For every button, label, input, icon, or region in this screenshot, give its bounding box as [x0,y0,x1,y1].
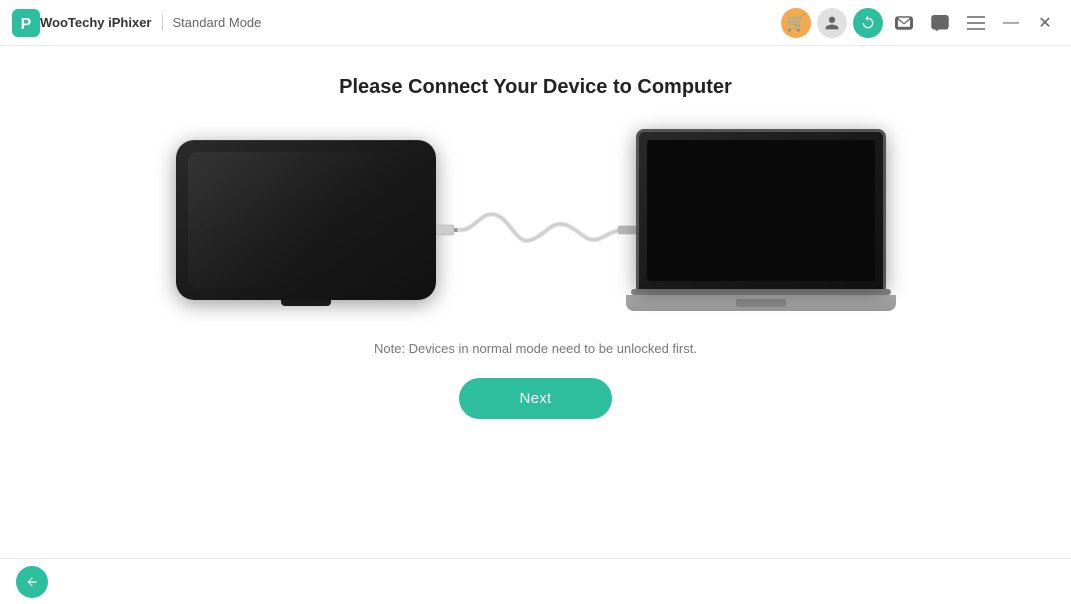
user-icon-button[interactable] [817,8,847,38]
titlebar: P WooTechy iPhixer Standard Mode 🛒 — ✕ [0,0,1071,46]
close-button[interactable]: ✕ [1031,9,1059,37]
titlebar-icons: 🛒 — ✕ [781,8,1059,38]
device-connection-illustration [176,129,896,311]
back-arrow-icon [25,575,39,589]
mode-label: Standard Mode [173,15,782,30]
page-title: Please Connect Your Device to Computer [339,76,732,99]
laptop-trackpad [736,299,786,307]
cable-illustration [436,190,636,270]
update-icon-button[interactable] [853,8,883,38]
phone-body [176,140,436,300]
cart-icon-button[interactable]: 🛒 [781,8,811,38]
titlebar-divider [162,15,163,31]
minimize-button[interactable]: — [997,9,1025,37]
cable-svg [436,190,636,270]
laptop-screen-inner [647,140,875,281]
back-button[interactable] [16,566,48,598]
laptop-base [626,295,896,311]
main-content: Please Connect Your Device to Computer [0,46,1071,558]
menu-icon-button[interactable] [961,8,991,38]
mail-icon-button[interactable] [889,8,919,38]
phone-illustration [176,140,436,300]
app-logo: P [12,9,40,37]
chat-icon-button[interactable] [925,8,955,38]
note-text: Note: Devices in normal mode need to be … [374,341,697,356]
app-brand: WooTechy iPhixer [40,15,152,30]
laptop-illustration [636,129,896,311]
next-button[interactable]: Next [459,378,611,419]
bottom-bar [0,558,1071,604]
phone-button [281,300,331,306]
laptop-screen [636,129,886,289]
svg-text:P: P [21,16,32,33]
